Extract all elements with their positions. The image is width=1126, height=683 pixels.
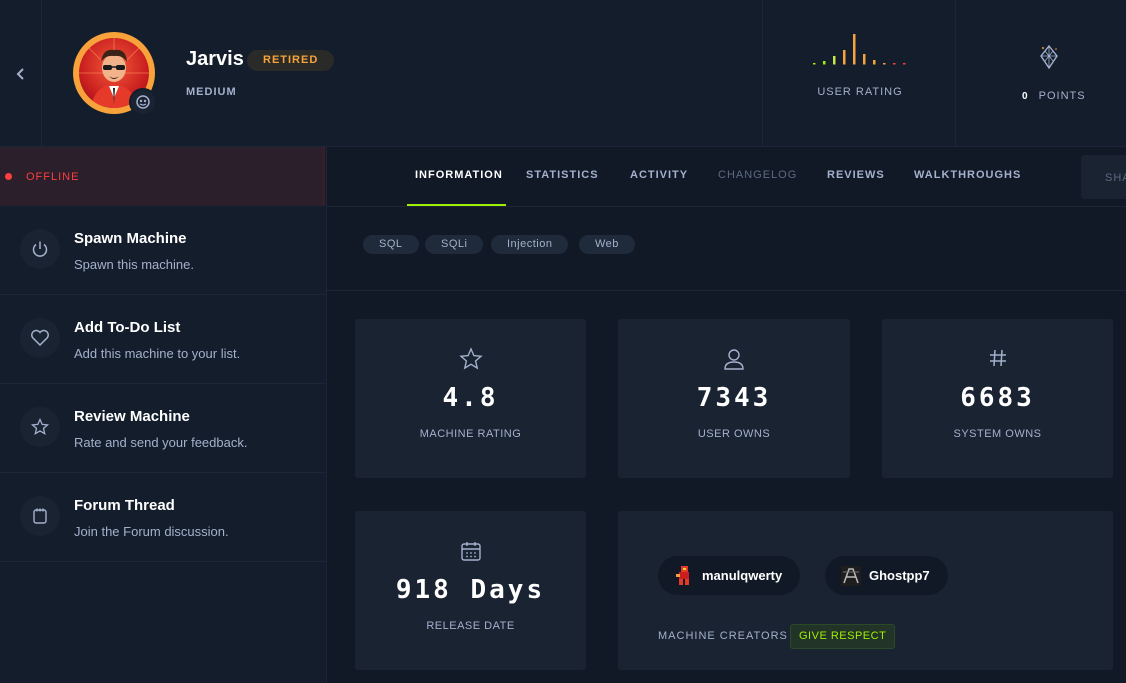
system-owns-value: 6683 <box>960 383 1035 413</box>
tab-statistics[interactable]: STATISTICS <box>526 169 599 181</box>
user-owns-card: 7343 USER OWNS <box>618 319 850 478</box>
linux-os-badge <box>129 88 157 116</box>
status-text: OFFLINE <box>26 171 80 183</box>
action-title: Forum Thread <box>74 497 175 514</box>
add-todo-action[interactable]: Add To-Do List Add this machine to your … <box>0 295 326 384</box>
tab-changelog[interactable]: CHANGELOG <box>718 169 797 181</box>
creator-chip[interactable]: Ghostpp7 <box>825 556 948 595</box>
user-owns-label: USER OWNS <box>697 428 771 440</box>
diamond-icon <box>1040 44 1058 70</box>
release-date-label: RELEASE DATE <box>426 620 515 632</box>
review-machine-action[interactable]: Review Machine Rate and send your feedba… <box>0 384 326 473</box>
system-owns-label: SYSTEM OWNS <box>953 428 1042 440</box>
machine-rating-value: 4.8 <box>442 383 499 413</box>
back-button[interactable] <box>0 0 42 147</box>
machine-tabs: INFORMATION STATISTICS ACTIVITY CHANGELO… <box>327 147 1126 207</box>
machine-status-bar: OFFLINE <box>0 147 325 206</box>
notepad-button-circle <box>20 496 60 536</box>
tab-activity[interactable]: ACTIVITY <box>630 169 688 181</box>
user-rating-label: USER RATING <box>817 86 903 98</box>
creators-label: MACHINE CREATORS <box>658 630 788 642</box>
retired-badge: RETIRED <box>247 50 335 71</box>
notepad-icon <box>33 508 47 524</box>
machine-header: Jarvis RETIRED MEDIUM USER RATING 0 POIN… <box>0 0 1126 147</box>
user-rating[interactable]: USER RATING <box>762 0 956 147</box>
tag-sqli[interactable]: SQLi <box>425 235 484 254</box>
difficulty-label: MEDIUM <box>186 86 237 98</box>
spawn-machine-action[interactable]: Spawn Machine Spawn this machine. <box>0 206 326 295</box>
tag-injection[interactable]: Injection <box>491 235 569 254</box>
points-display: 0 POINTS <box>1022 90 1086 102</box>
tag-sql[interactable]: SQL <box>363 235 419 254</box>
creator-avatar <box>841 565 861 586</box>
give-respect-button[interactable]: GIVE RESPECT <box>790 624 896 649</box>
creator-name: Ghostpp7 <box>869 568 930 583</box>
creator-avatar <box>676 565 689 585</box>
tab-reviews[interactable]: REVIEWS <box>827 169 885 181</box>
hashtag-icon <box>989 349 1006 367</box>
power-button-circle <box>20 229 60 269</box>
points-box: 0 POINTS <box>956 0 1126 147</box>
release-date-card: 918 Days RELEASE DATE <box>355 511 586 670</box>
chevron-left-icon <box>16 67 24 80</box>
calendar-icon <box>460 542 481 561</box>
heart-button-circle <box>20 318 60 358</box>
points-label: POINTS <box>1038 90 1086 102</box>
machine-sidebar: OFFLINE Spawn Machine Spawn this machine… <box>0 147 327 683</box>
machine-tags: SQL SQLi Injection Web <box>327 207 1126 291</box>
share-button[interactable]: SHA <box>1081 155 1126 199</box>
machine-avatar <box>73 32 157 116</box>
linux-icon <box>136 95 150 109</box>
user-icon <box>724 349 744 370</box>
machine-rating-card: 4.8 MACHINE RATING <box>355 319 586 478</box>
points-value: 0 <box>1022 91 1029 102</box>
creator-name: manulqwerty <box>702 568 783 583</box>
star-button-circle <box>20 407 60 447</box>
machine-name: Jarvis <box>186 48 244 70</box>
action-subtitle: Join the Forum discussion. <box>74 524 229 539</box>
star-icon <box>458 347 483 370</box>
power-icon <box>32 241 48 257</box>
tab-information[interactable]: INFORMATION <box>415 169 503 181</box>
release-date-value: 918 Days <box>395 575 546 605</box>
action-title: Review Machine <box>74 408 190 425</box>
star-icon <box>31 418 49 436</box>
action-title: Add To-Do List <box>74 319 181 336</box>
machine-rating-label: MACHINE RATING <box>419 428 522 440</box>
system-owns-card: 6683 SYSTEM OWNS <box>882 319 1113 478</box>
active-tab-indicator <box>407 204 506 206</box>
action-subtitle: Spawn this machine. <box>74 257 194 272</box>
tab-walkthroughs[interactable]: WALKTHROUGHS <box>914 169 1021 181</box>
user-owns-value: 7343 <box>696 383 772 413</box>
rating-bars-chart <box>813 34 906 65</box>
creator-chip[interactable]: manulqwerty <box>658 556 801 595</box>
action-subtitle: Rate and send your feedback. <box>74 435 248 450</box>
machine-creators-card: manulqwerty Ghostpp7 MACHINE CREATORS GI… <box>618 511 1113 670</box>
tag-web[interactable]: Web <box>579 235 635 254</box>
action-subtitle: Add this machine to your list. <box>74 346 241 361</box>
action-title: Spawn Machine <box>74 230 187 247</box>
status-dot <box>5 173 12 180</box>
forum-thread-action[interactable]: Forum Thread Join the Forum discussion. <box>0 473 326 562</box>
heart-icon <box>31 329 49 347</box>
